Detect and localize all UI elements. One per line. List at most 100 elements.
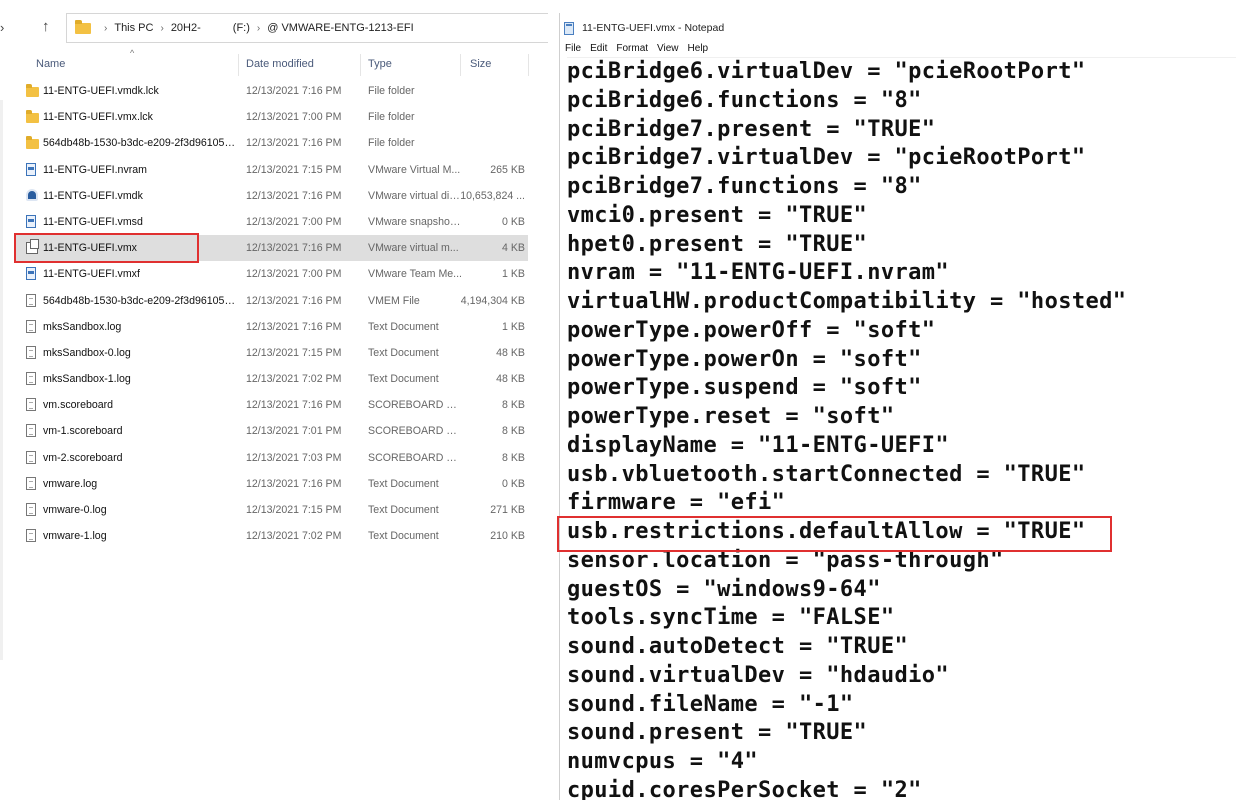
file-name: mksSandbox.log (43, 320, 122, 333)
menu-view[interactable]: View (657, 43, 679, 54)
file-size: 210 KB (490, 530, 525, 543)
vmware-file-icon (26, 267, 36, 281)
virtual-disk-icon (26, 188, 38, 201)
file-row[interactable]: 11-ENTG-UEFI.vmdk 12/13/2021 7:16 PM VMwar… (16, 183, 528, 209)
text-line: pciBridge6.virtualDev = "pcieRootPort" (567, 59, 1086, 84)
breadcrumb-this-pc[interactable]: This PC (114, 22, 153, 34)
text-line: powerType.reset = "soft" (567, 404, 895, 429)
file-type: Text Document (368, 530, 439, 543)
file-size: 48 KB (496, 373, 525, 386)
file-row[interactable]: mksSandbox-0.log 12/13/2021 7:15 PM Text D… (16, 340, 528, 366)
folder-icon (26, 136, 39, 150)
column-divider[interactable] (528, 54, 529, 76)
text-line: numvcpus = "4" (567, 749, 759, 774)
file-name: vm-1.scoreboard (43, 425, 123, 438)
file-date-modified: 12/13/2021 7:15 PM (246, 346, 342, 359)
text-line: sound.virtualDev = "hdaudio" (567, 662, 950, 688)
file-date-modified: 12/13/2021 7:16 PM (246, 189, 342, 202)
text-line: displayName = "11-ENTG-UEFI" (567, 432, 950, 458)
text-line: vmci0.present = "TRUE" (567, 202, 868, 228)
menu-bar: File Edit Format View Help (565, 43, 717, 54)
menu-format[interactable]: Format (616, 43, 648, 54)
text-line: usb.vbluetooth.startConnected = "TRUE" (567, 461, 1086, 487)
text-line: powerType.powerOn = "soft" (567, 346, 922, 372)
file-name: 564db48b-1530-b3dc-e209-2f3d96105d61... (43, 137, 239, 150)
file-row[interactable]: vm.scoreboard 12/13/2021 7:16 PM SCOREBOAR… (16, 392, 528, 418)
file-row[interactable]: vm-2.scoreboard 12/13/2021 7:03 PM SCOREBO… (16, 445, 528, 471)
file-size: 48 KB (496, 346, 525, 359)
file-name: 11-ENTG-UEFI.vmx.lck (43, 111, 153, 124)
column-header-date[interactable]: Date modified (246, 58, 314, 70)
menu-file[interactable]: File (565, 43, 581, 54)
breadcrumb-separator-icon: › (256, 22, 261, 34)
file-size: 4,194,304 KB (460, 294, 525, 307)
text-line: sound.autoDetect = "TRUE" (567, 634, 909, 659)
file-type: VMware Team Me... (368, 268, 462, 281)
text-line: virtualHW.productCompatibility = "hosted… (567, 289, 1127, 314)
menu-help[interactable]: Help (688, 43, 709, 54)
column-divider[interactable] (360, 54, 361, 76)
file-row[interactable]: vmware.log 12/13/2021 7:16 PM Text Documen… (16, 471, 528, 497)
text-line: sensor.location = "pass-through" (567, 547, 1004, 573)
file-date-modified: 12/13/2021 7:16 PM (246, 294, 342, 307)
text-editor-area[interactable]: pciBridge6.virtualDev = "pcieRootPort" pc… (567, 57, 1236, 800)
document-icon (26, 424, 36, 438)
column-header-size[interactable]: Size (470, 58, 491, 70)
text-document-icon (26, 345, 36, 359)
vmware-file-icon (26, 214, 36, 228)
address-bar[interactable]: › This PC › 20H2- (F:) › @ VMWARE-ENTG-1… (66, 13, 548, 43)
window-title: 11-ENTG-UEFI.vmx - Notepad (582, 22, 725, 34)
file-size: 265 KB (490, 163, 525, 176)
file-size: 8 KB (502, 451, 525, 464)
column-header-name[interactable]: Name (36, 58, 65, 70)
text-line: guestOS = "windows9-64" (567, 576, 881, 602)
menu-edit[interactable]: Edit (590, 43, 607, 54)
file-name: vm.scoreboard (43, 399, 114, 412)
file-row[interactable]: 11-ENTG-UEFI.vmx 12/13/2021 7:16 PM VMware… (16, 235, 528, 262)
file-type: Text Document (368, 504, 439, 516)
file-row[interactable]: 564db48b-1530-b3dc-e209-2f3d96105d61... 1… (16, 288, 528, 314)
file-type: VMware virtual dis... (368, 189, 462, 202)
breadcrumb-drive-letter[interactable]: (F:) (233, 22, 250, 34)
file-date-modified: 12/13/2021 7:16 PM (246, 477, 342, 490)
file-name: 11-ENTG-UEFI.nvram (43, 163, 147, 176)
text-document-icon (26, 372, 36, 386)
file-name: 564db48b-1530-b3dc-e209-2f3d96105d61... (43, 294, 239, 307)
file-row[interactable]: vm-1.scoreboard 12/13/2021 7:01 PM SCOREBO… (16, 418, 528, 444)
column-header-type[interactable]: Type (368, 58, 392, 70)
file-list: 11-ENTG-UEFI.vmdk.lck 12/13/2021 7:16 PM F… (16, 78, 528, 549)
column-divider[interactable] (460, 54, 461, 76)
file-size: 8 KB (502, 399, 525, 412)
file-size: 0 KB (502, 477, 525, 490)
file-row[interactable]: mksSandbox-1.log 12/13/2021 7:02 PM Text D… (16, 366, 528, 392)
window-title-bar: 11-ENTG-UEFI.vmx - Notepad (564, 19, 724, 37)
chevron-left-icon[interactable]: › (0, 20, 4, 35)
file-row[interactable]: vmware-1.log 12/13/2021 7:02 PM Text Docum… (16, 523, 528, 549)
file-name: 11-ENTG-UEFI.vmdk (43, 189, 143, 202)
text-line: sound.fileName = "-1" (567, 691, 854, 717)
file-row[interactable]: vmware-0.log 12/13/2021 7:15 PM Text Docum… (16, 497, 528, 523)
breadcrumb-folder[interactable]: @ VMWARE-ENTG-1213-EFI (267, 22, 413, 34)
file-name: 11-ENTG-UEFI.vmdk.lck (43, 85, 159, 97)
file-row[interactable]: mksSandbox.log 12/13/2021 7:16 PM Text Doc… (16, 314, 528, 340)
text-line: hpet0.present = "TRUE" (567, 231, 868, 257)
file-row[interactable]: 11-ENTG-UEFI.vmsd 12/13/2021 7:00 PM VMwar… (16, 209, 528, 235)
file-row[interactable]: 564db48b-1530-b3dc-e209-2f3d96105d61... 1… (16, 130, 528, 156)
up-arrow-icon[interactable]: ↑ (42, 18, 50, 35)
file-date-modified: 12/13/2021 7:16 PM (246, 399, 342, 412)
file-name: vmware-1.log (43, 530, 107, 543)
file-row[interactable]: 11-ENTG-UEFI.vmx.lck 12/13/2021 7:00 PM Fi… (16, 104, 528, 130)
file-row[interactable]: 11-ENTG-UEFI.nvram 12/13/2021 7:15 PM VMwa… (16, 157, 528, 183)
vmware-file-icon (26, 162, 36, 176)
breadcrumb-drive-label[interactable]: 20H2- (171, 22, 201, 34)
column-divider[interactable] (238, 54, 239, 76)
scrollbar[interactable] (0, 100, 3, 660)
file-row[interactable]: 11-ENTG-UEFI.vmdk.lck 12/13/2021 7:16 PM F… (16, 78, 528, 104)
vm-config-icon (26, 239, 39, 255)
file-row[interactable]: 11-ENTG-UEFI.vmxf 12/13/2021 7:00 PM VMwar… (16, 261, 528, 287)
text-document-icon (26, 503, 36, 516)
file-name: vm-2.scoreboard (43, 451, 123, 464)
file-name: 11-ENTG-UEFI.vmx (43, 242, 137, 255)
text-document-icon (26, 476, 36, 490)
file-explorer-window: › ↑ › This PC › 20H2- (F:) › @ VMWARE-EN… (0, 0, 548, 800)
